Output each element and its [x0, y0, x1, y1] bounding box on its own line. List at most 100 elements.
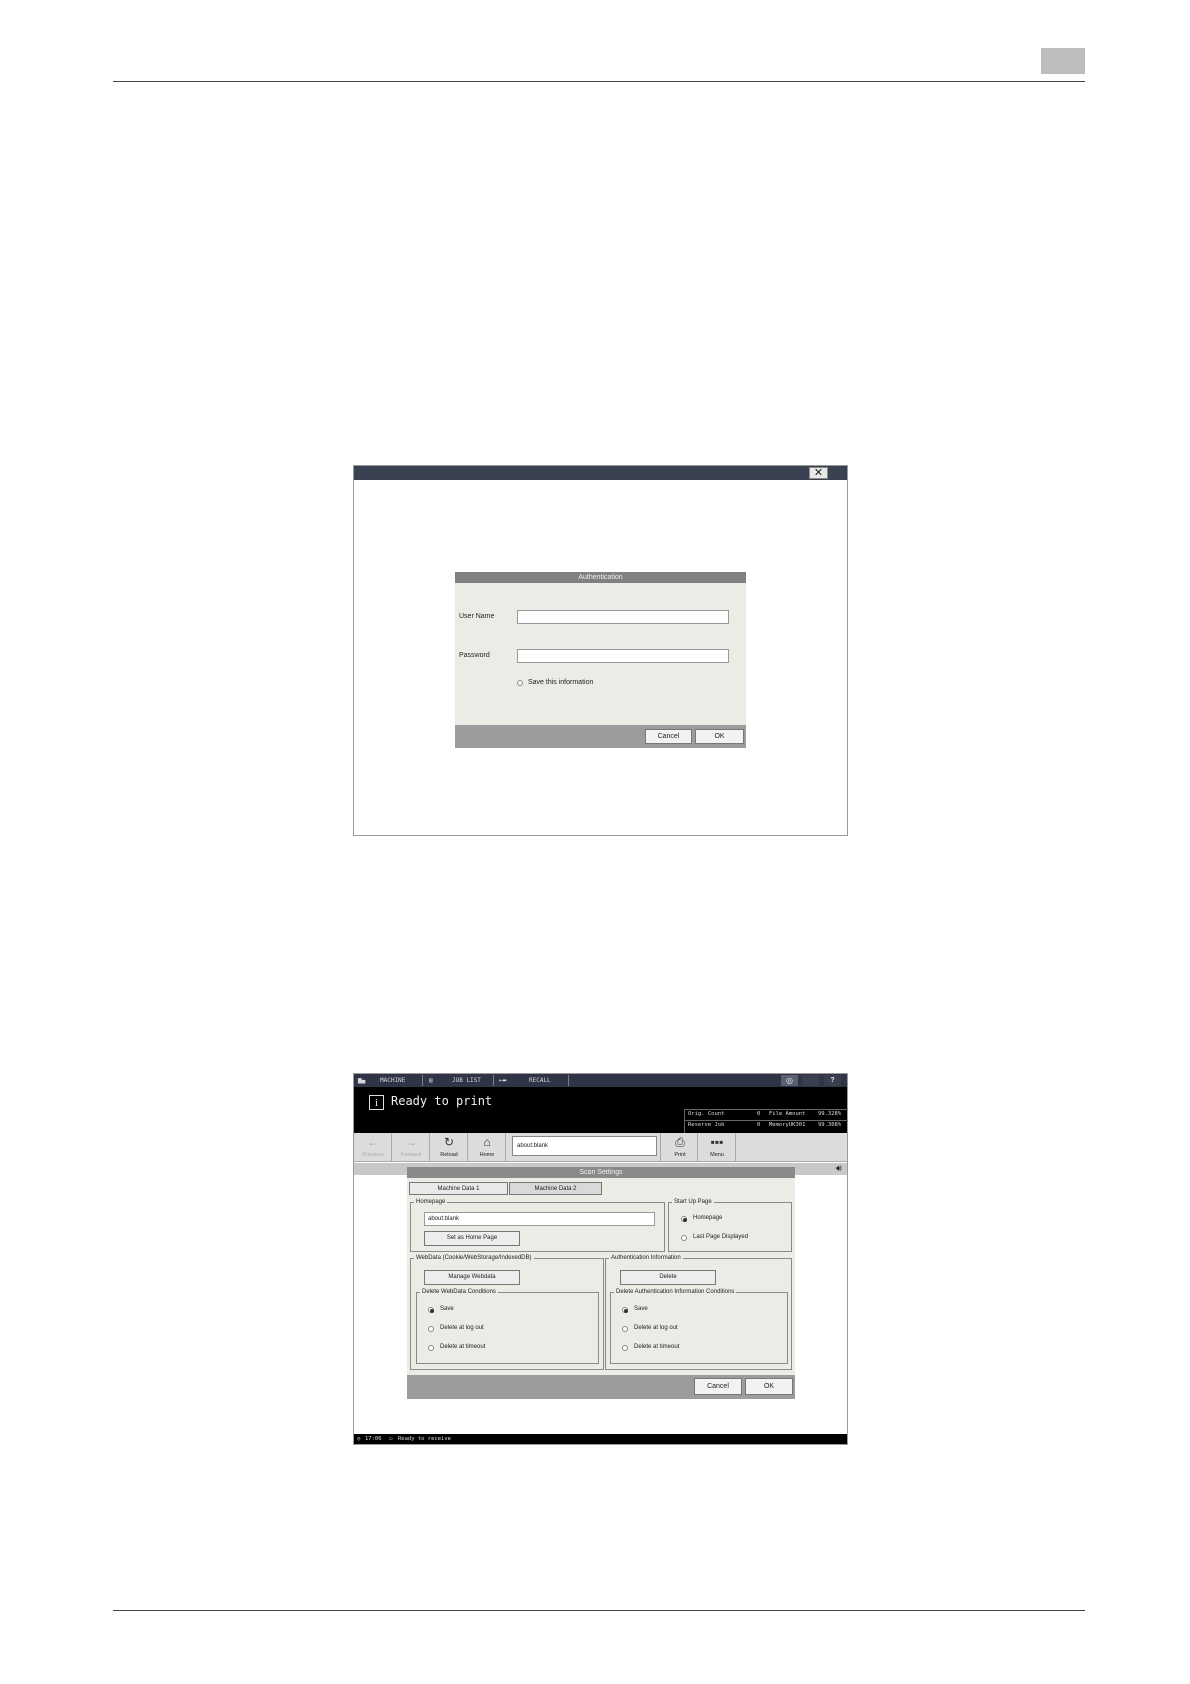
browser-toolbar: ← Previous → Forward ↻ Reload ⌂ Home abo… [354, 1133, 847, 1162]
forward-label: Forward [400, 1152, 422, 1158]
password-label: Password [459, 652, 490, 659]
scan-settings-dialog: Scan Settings Machine Data 1 Machine Dat… [407, 1167, 795, 1399]
close-icon[interactable]: ✕ [809, 467, 828, 479]
print-button[interactable]: ⎙ Print [660, 1133, 698, 1162]
forward-button[interactable]: → Forward [392, 1133, 430, 1162]
auth-save-radio[interactable] [622, 1307, 628, 1313]
memory-value: 99.308% [818, 1122, 842, 1128]
user-name-label: User Name [459, 613, 495, 620]
printer-icon: ⎙ [675, 1135, 685, 1149]
auth-timeout-radio[interactable] [622, 1345, 628, 1351]
startup-last-page-label: Last Page Displayed [693, 1234, 749, 1240]
arrow-right-icon: → [405, 1135, 417, 1149]
memory-label: MemoryUK301 [769, 1122, 806, 1128]
auth-info-legend: Authentication Information [611, 1255, 681, 1261]
file-amount-label: File Amount [769, 1111, 806, 1117]
header-rule [113, 81, 1085, 82]
print-label: Print [674, 1152, 686, 1158]
reserve-job-label: Reserve Job [688, 1122, 725, 1128]
startup-homepage-label: Homepage [693, 1215, 723, 1221]
webdata-logout-label: Delete at log out [440, 1325, 484, 1331]
home-icon: ⌂ [483, 1135, 491, 1149]
orig-count-label: Orig. Count [688, 1111, 725, 1117]
machine-tab[interactable]: MACHINE [380, 1074, 405, 1087]
menu-icon: ▪▪▪ [710, 1135, 724, 1149]
job-list-icon: ▤ [429, 1077, 433, 1084]
manage-webdata-button[interactable]: Manage Webdata [424, 1270, 520, 1285]
authentication-screenshot: ✕ Authentication User Name Password Save… [353, 465, 848, 836]
top-bar: ▆▄ MACHINE ▤ JOB LIST ⇤▬ RECALL ◎ ? [354, 1074, 847, 1087]
password-field[interactable] [517, 649, 729, 663]
orig-count-value: 0 [757, 1111, 761, 1117]
url-field[interactable]: about:blank [512, 1136, 657, 1156]
auth-save-label: Save [634, 1306, 648, 1312]
webdata-timeout-radio[interactable] [428, 1345, 434, 1351]
footer-rule [113, 1610, 1085, 1611]
bottom-status-bar: ◷ 17:06 ▭ Ready to receive [354, 1434, 847, 1444]
info-icon: i [369, 1095, 384, 1110]
receive-icon: ▭ [389, 1436, 393, 1442]
page-number-tab [1041, 48, 1085, 74]
ok-button[interactable]: OK [745, 1378, 793, 1395]
user-name-field[interactable] [517, 610, 729, 624]
auth-timeout-label: Delete at timeout [634, 1344, 680, 1350]
divider [685, 1109, 848, 1110]
window-titlebar [354, 466, 847, 480]
recall-icon: ⇤▬ [499, 1077, 507, 1084]
startup-homepage-radio[interactable] [681, 1216, 687, 1222]
job-list-tab[interactable]: JOB LIST [452, 1074, 481, 1087]
auth-logout-label: Delete at log out [634, 1325, 678, 1331]
clock-icon: ◷ [357, 1436, 361, 1442]
arrow-left-icon: ← [367, 1135, 379, 1149]
save-info-label: Save this information [528, 679, 594, 686]
globe-icon[interactable]: ◎ [781, 1075, 798, 1086]
divider [422, 1075, 423, 1086]
dialog-footer: Cancel OK [455, 725, 746, 748]
delete-auth-button[interactable]: Delete [620, 1270, 716, 1285]
tab-machine-data-2[interactable]: Machine Data 2 [509, 1182, 602, 1195]
startup-legend: Start Up Page [674, 1199, 712, 1205]
previous-button[interactable]: ← Previous [354, 1133, 392, 1162]
menu-label: Menu [710, 1152, 724, 1158]
webdata-timeout-label: Delete at timeout [440, 1344, 486, 1350]
previous-label: Previous [362, 1152, 384, 1158]
reload-icon: ↻ [443, 1135, 455, 1149]
recall-tab[interactable]: RECALL [529, 1074, 551, 1087]
webdata-save-label: Save [440, 1306, 454, 1312]
webdata-logout-radio[interactable] [428, 1326, 434, 1332]
clock-time: 17:06 [365, 1436, 382, 1442]
dialog-title: Authentication [455, 572, 746, 583]
menu-button[interactable]: ▪▪▪ Menu [698, 1133, 736, 1162]
delete-auth-legend: Delete Authentication Information Condit… [616, 1289, 735, 1295]
ok-button[interactable]: OK [695, 729, 744, 744]
receive-status: Ready to receive [398, 1436, 451, 1442]
delete-webdata-legend: Delete WebData Conditions [422, 1289, 496, 1295]
webdata-save-radio[interactable] [428, 1307, 434, 1313]
file-amount-value: 99.328% [818, 1111, 842, 1117]
reload-label: Reload [440, 1152, 458, 1158]
counter-panel: Orig. Count 0 File Amount 99.328% Reserv… [684, 1109, 848, 1133]
cancel-button[interactable]: Cancel [645, 729, 692, 744]
machine-icon: ▆▄ [358, 1077, 366, 1084]
authentication-dialog: Authentication User Name Password Save t… [455, 572, 746, 748]
scan-settings-screenshot: ▆▄ MACHINE ▤ JOB LIST ⇤▬ RECALL ◎ ? i Re… [353, 1073, 848, 1445]
tab-machine-data-1[interactable]: Machine Data 1 [409, 1182, 508, 1195]
home-label: Home [479, 1152, 495, 1158]
startup-last-page-radio[interactable] [681, 1235, 687, 1241]
divider [685, 1120, 848, 1121]
startup-group: Start Up Page [668, 1199, 792, 1252]
divider [493, 1075, 494, 1086]
set-home-page-button[interactable]: Set as Home Page [424, 1231, 520, 1246]
home-button[interactable]: ⌂ Home [468, 1133, 506, 1162]
keyboard-icon[interactable] [802, 1075, 819, 1086]
help-button[interactable]: ? [824, 1075, 841, 1086]
auth-logout-radio[interactable] [622, 1326, 628, 1332]
homepage-legend: Homepage [416, 1199, 446, 1205]
dialog-footer: Cancel OK [407, 1375, 795, 1399]
save-info-checkbox[interactable] [517, 680, 523, 686]
cancel-button[interactable]: Cancel [694, 1378, 742, 1395]
homepage-field[interactable]: about:blank [424, 1212, 655, 1226]
reload-button[interactable]: ↻ Reload [430, 1133, 468, 1162]
dialog-title: Scan Settings [407, 1167, 795, 1178]
speaker-icon[interactable]: 🔊︎ [836, 1163, 842, 1174]
